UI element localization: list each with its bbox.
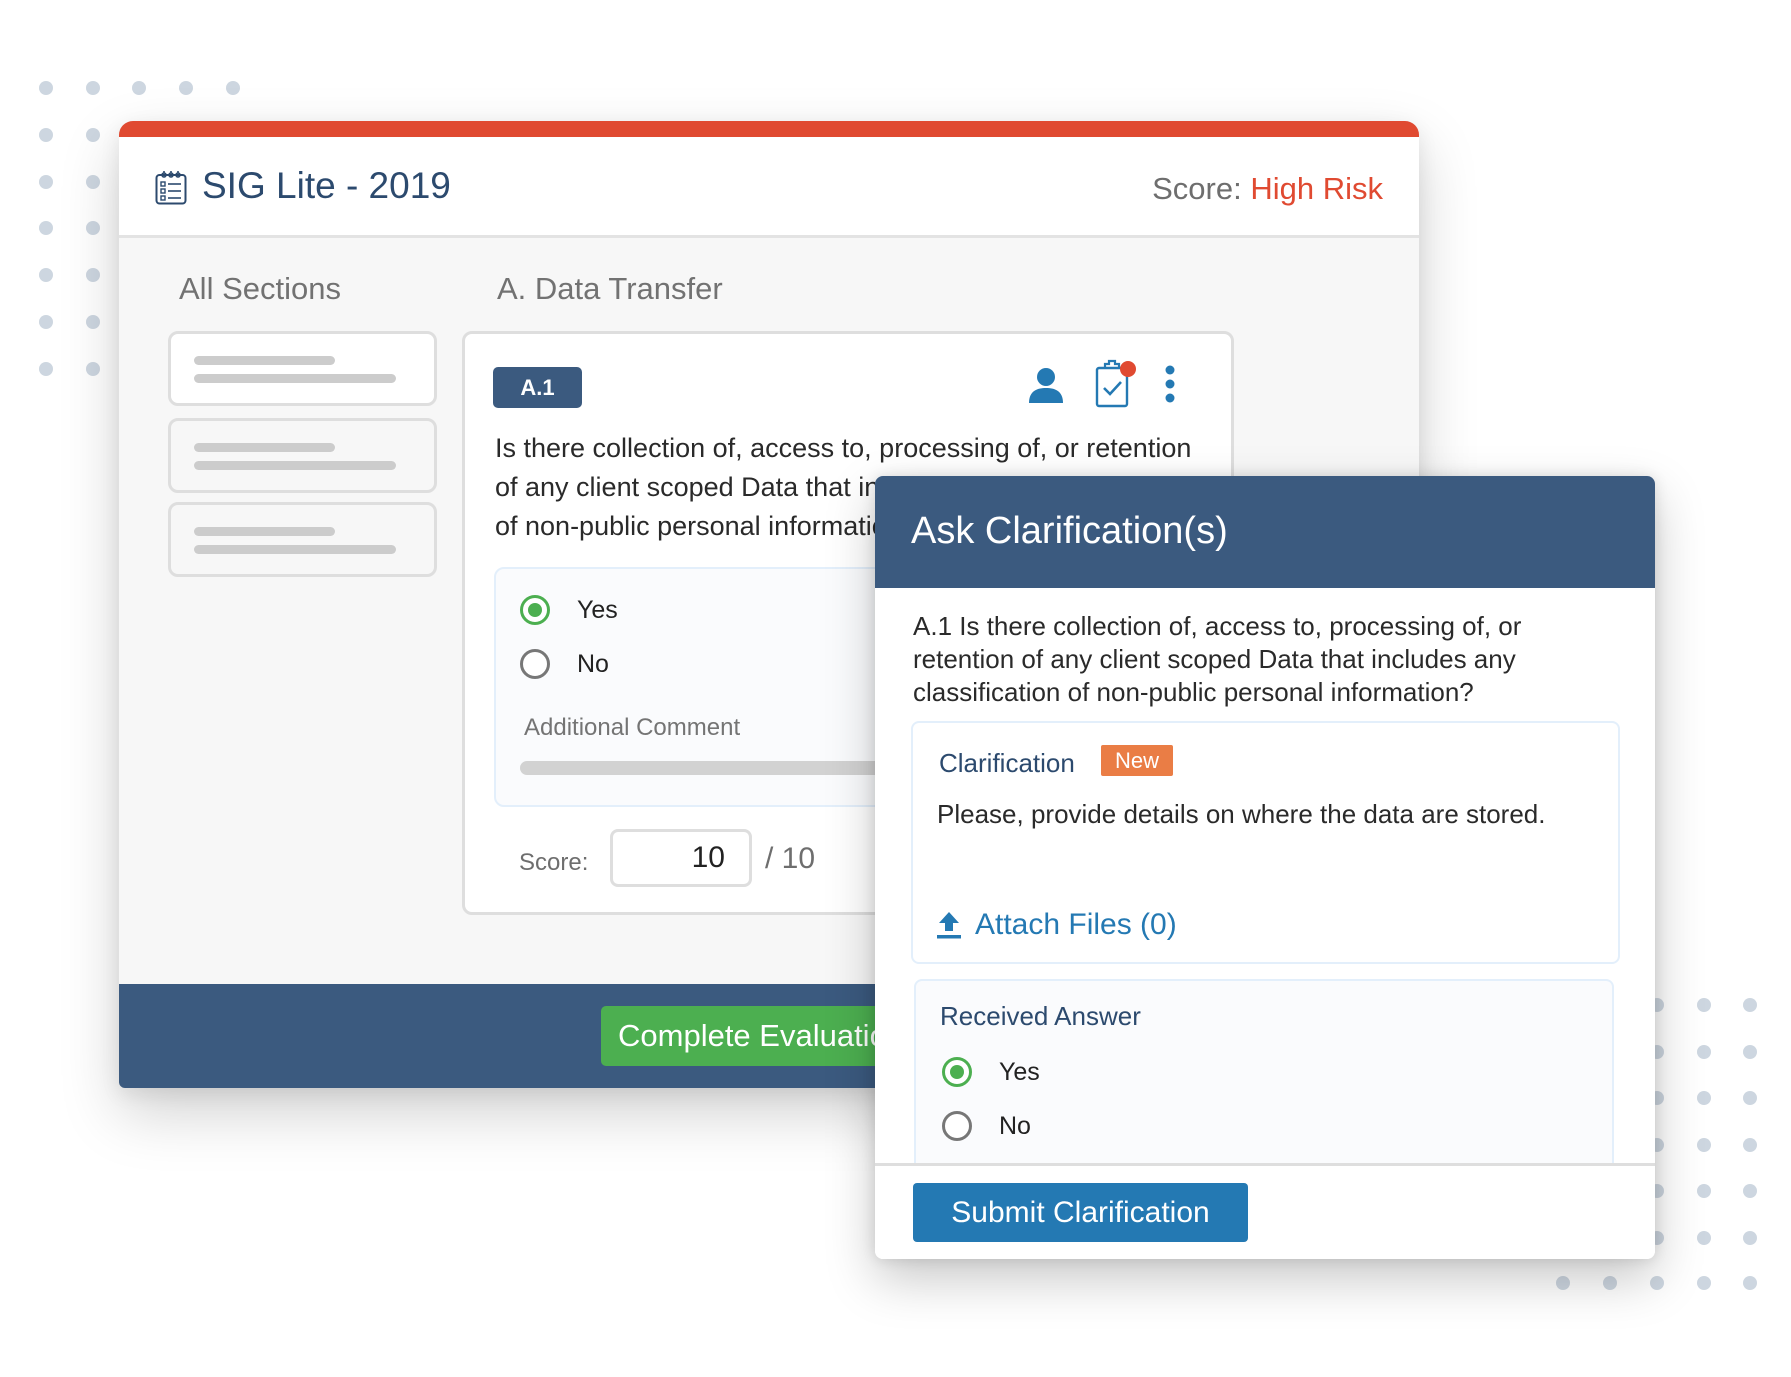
decorative-dot — [1697, 1230, 1711, 1245]
sidebar-item[interactable] — [168, 331, 437, 406]
window-accent-bar — [119, 121, 1419, 137]
new-badge: New — [1101, 745, 1174, 776]
sidebar-item[interactable] — [168, 418, 437, 493]
placeholder-line — [194, 356, 335, 365]
modal-header: Ask Clarification(s) — [875, 476, 1655, 588]
option-label: Yes — [999, 1057, 1040, 1086]
decorative-dot — [1603, 1276, 1617, 1290]
decorative-dot — [1743, 1091, 1757, 1105]
decorative-dot — [86, 268, 100, 283]
question-score-label: Score: — [519, 849, 589, 876]
decorative-dot — [132, 81, 146, 95]
decorative-dot — [1697, 1276, 1711, 1290]
decorative-dot — [1743, 1137, 1757, 1152]
placeholder-line — [194, 374, 396, 383]
option-label: No — [999, 1111, 1031, 1140]
decorative-dot — [1650, 1276, 1664, 1290]
upload-icon — [937, 912, 961, 939]
checklist-icon — [155, 171, 187, 205]
decorative-dot — [1697, 998, 1711, 1012]
decorative-dot — [39, 174, 53, 189]
placeholder-line — [194, 545, 396, 554]
attach-files-link[interactable]: Attach Files (0) — [937, 908, 1177, 942]
decorative-dot — [179, 81, 193, 95]
user-icon[interactable] — [1027, 366, 1065, 404]
score-label: Score: — [1152, 171, 1242, 206]
score-max: / 10 — [765, 842, 816, 875]
score-input[interactable]: 10 — [610, 829, 752, 887]
radio-unchecked-icon[interactable] — [942, 1111, 972, 1141]
decorative-dot — [1743, 1276, 1757, 1290]
decorative-dot — [1743, 998, 1757, 1012]
more-vertical-icon[interactable] — [1163, 364, 1177, 404]
option-label: No — [577, 649, 609, 678]
decorative-dot — [1697, 1091, 1711, 1105]
modal-title: Ask Clarification(s) — [911, 510, 1228, 552]
answer-option-yes[interactable]: Yes — [520, 595, 618, 625]
decorative-dot — [86, 174, 100, 189]
question-id-badge: A.1 — [493, 367, 582, 408]
decorative-dot — [1697, 1137, 1711, 1152]
decorative-dot — [39, 268, 53, 283]
comment-label: Additional Comment — [524, 714, 741, 741]
decorative-dot — [1743, 1230, 1757, 1245]
answer-option-no[interactable]: No — [520, 649, 609, 679]
decorative-dot — [1743, 1184, 1757, 1198]
decorative-dot — [86, 221, 100, 236]
modal-question-text: A.1 Is there collection of, access to, p… — [913, 611, 1522, 707]
clarification-text: Please, provide details on where the dat… — [937, 799, 1546, 829]
decorative-dot — [39, 127, 53, 142]
decorative-dot — [86, 127, 100, 142]
clarification-panel: Clarification New Please, provide detail… — [911, 721, 1620, 964]
risk-status: High Risk — [1250, 171, 1383, 206]
modal-footer: Submit Clarification — [875, 1163, 1655, 1259]
decorative-dot — [1743, 1044, 1757, 1059]
option-label: Yes — [577, 595, 618, 624]
radio-checked-icon[interactable] — [942, 1057, 972, 1087]
decorative-dot — [1697, 1184, 1711, 1198]
placeholder-line — [194, 527, 335, 536]
notification-dot — [1120, 361, 1136, 377]
decorative-dot — [1556, 1276, 1570, 1290]
overall-score: Score: High Risk — [1152, 171, 1383, 207]
clarification-label: Clarification — [939, 748, 1075, 778]
decorative-dot — [39, 221, 53, 236]
decorative-dot — [86, 361, 100, 376]
decorative-dot — [39, 315, 53, 329]
received-answer-label: Received Answer — [940, 1001, 1141, 1031]
radio-checked-icon[interactable] — [520, 595, 550, 625]
radio-unchecked-icon[interactable] — [520, 649, 550, 679]
decorative-dot — [1697, 1044, 1711, 1059]
clipboard-check-icon[interactable] — [1095, 359, 1139, 409]
decorative-dot — [39, 81, 53, 95]
decorative-dot — [86, 81, 100, 95]
window-title: SIG Lite - 2019 — [202, 165, 451, 206]
placeholder-line — [194, 461, 396, 470]
attach-files-label: Attach Files (0) — [975, 908, 1177, 941]
decorative-dot — [86, 315, 100, 329]
sections-title: All Sections — [179, 271, 341, 306]
decorative-dot — [39, 361, 53, 376]
section-heading: A. Data Transfer — [497, 271, 723, 306]
received-option-yes[interactable]: Yes — [942, 1057, 1040, 1087]
placeholder-line — [194, 443, 335, 452]
window-header: SIG Lite - 2019 Score: High Risk — [119, 137, 1419, 238]
decorative-dot — [226, 81, 240, 95]
received-answer-panel: Received Answer Yes No — [914, 979, 1614, 1179]
submit-clarification-button[interactable]: Submit Clarification — [913, 1183, 1248, 1242]
received-option-no[interactable]: No — [942, 1111, 1031, 1141]
sidebar-item[interactable] — [168, 502, 437, 577]
ask-clarification-modal: Ask Clarification(s) A.1 Is there collec… — [875, 476, 1655, 1259]
